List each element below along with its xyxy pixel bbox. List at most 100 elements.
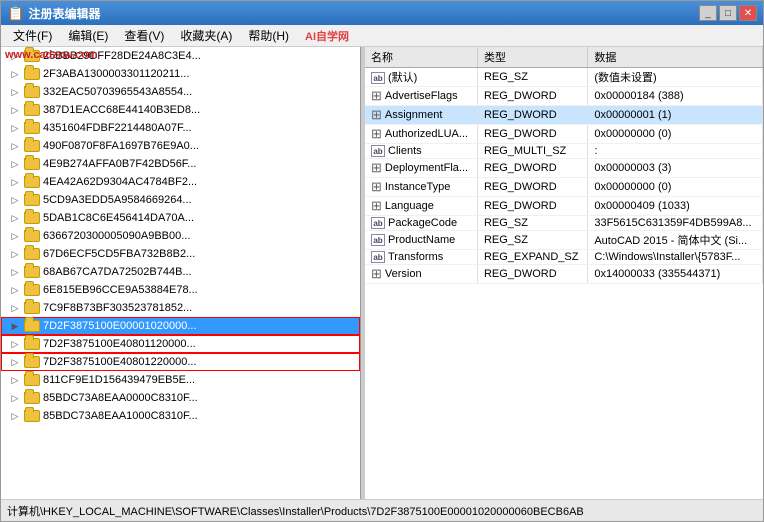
reg-type: REG_DWORD <box>477 159 587 178</box>
restore-button[interactable]: □ <box>719 5 737 21</box>
menu-help[interactable]: 帮助(H) <box>240 25 297 46</box>
table-row[interactable]: ⊞DeploymentFla...REG_DWORD0x00000003 (3) <box>365 159 763 178</box>
folder-icon <box>24 68 40 80</box>
reg-type: REG_DWORD <box>477 125 587 144</box>
reg-type: REG_DWORD <box>477 265 587 284</box>
table-row[interactable]: ⊞LanguageREG_DWORD0x00000409 (1033) <box>365 197 763 216</box>
table-row[interactable]: abPackageCodeREG_SZ33F5615C631359F4DB599… <box>365 216 763 231</box>
title-bar-buttons: _ □ ✕ <box>699 5 757 21</box>
reg-name-text: AuthorizedLUA... <box>385 128 468 140</box>
table-row[interactable]: ⊞AuthorizedLUA...REG_DWORD0x00000000 (0) <box>365 125 763 144</box>
tree-item[interactable]: ▷7D2F3875100E40801220000... <box>1 353 360 371</box>
close-button[interactable]: ✕ <box>739 5 757 21</box>
tree-item[interactable]: ▷387D1EACC68E44140B3ED8... <box>1 101 360 119</box>
reg-name: abProductName <box>365 231 477 250</box>
reg-data: 0x00000003 (3) <box>588 159 763 178</box>
folder-icon <box>24 392 40 404</box>
reg-type: REG_DWORD <box>477 197 587 216</box>
status-bar: 计算机\HKEY_LOCAL_MACHINE\SOFTWARE\Classes\… <box>1 499 763 521</box>
reg-name-text: InstanceType <box>385 181 450 193</box>
tree-item-label: 67D6ECF5CD5FBA732B8B2... <box>43 248 195 260</box>
tree-arrow-icon: ▷ <box>9 266 21 278</box>
folder-icon <box>24 104 40 116</box>
table-row[interactable]: ⊞AdvertiseFlagsREG_DWORD0x00000184 (388) <box>365 87 763 106</box>
ab-icon: ab <box>371 72 385 84</box>
reg-data: 0x00000409 (1033) <box>588 197 763 216</box>
tree-item[interactable]: ▷6E815EB96CCE9A53884E78... <box>1 281 360 299</box>
tree-item-label: 811CF9E1D156439479EB5E... <box>43 374 195 386</box>
tree-item[interactable]: ▷25BBB29DFF28DE24A8C3E4... <box>1 47 360 65</box>
folder-icon <box>24 302 40 314</box>
menu-edit[interactable]: 编辑(E) <box>60 25 116 46</box>
reg-name-text: AdvertiseFlags <box>385 90 458 102</box>
tree-item[interactable]: ▷ 67D6ECF5CD5FBA732B8B2... <box>1 245 360 263</box>
grid-icon: ⊞ <box>371 126 382 141</box>
folder-icon <box>24 140 40 152</box>
ab-icon: ab <box>371 234 385 246</box>
reg-name: ⊞Version <box>365 265 477 284</box>
tree-item[interactable]: ▶7D2F3875100E00001020000... <box>1 317 360 335</box>
tree-panel[interactable]: ▷25BBB29DFF28DE24A8C3E4...▷2F3ABA1300003… <box>1 47 361 499</box>
table-row[interactable]: abTransformsREG_EXPAND_SZC:\Windows\Inst… <box>365 250 763 265</box>
reg-data: 0x00000000 (0) <box>588 125 763 144</box>
ab-icon: ab <box>371 217 385 229</box>
menu-bar: 文件(F) 编辑(E) 查看(V) 收藏夹(A) 帮助(H) AI自学网 <box>1 25 763 47</box>
table-row[interactable]: ⊞InstanceTypeREG_DWORD0x00000000 (0) <box>365 178 763 197</box>
tree-item-label: 4EA42A62D9304AC4784BF2... <box>43 176 197 188</box>
tree-item[interactable]: ▷4E9B274AFFA0B7F42BD56F... <box>1 155 360 173</box>
table-row[interactable]: ⊞VersionREG_DWORD0x14000033 (335544371) <box>365 265 763 284</box>
tree-item[interactable]: ▷811CF9E1D156439479EB5E... <box>1 371 360 389</box>
minimize-button[interactable]: _ <box>699 5 717 21</box>
tree-item[interactable]: ▷6366720300005090A9BB00... <box>1 227 360 245</box>
tree-item[interactable]: ▷85BDC73A8EAA1000C8310F... <box>1 407 360 425</box>
menu-favorites[interactable]: 收藏夹(A) <box>172 25 240 46</box>
tree-item[interactable]: ▷5DAB1C8C6E456414DA70A... <box>1 209 360 227</box>
reg-name: abClients <box>365 144 477 159</box>
col-data: 数据 <box>588 47 763 68</box>
table-row[interactable]: ⊞AssignmentREG_DWORD0x00000001 (1) <box>365 106 763 125</box>
tree-arrow-icon: ▷ <box>9 392 21 404</box>
ab-icon: ab <box>371 145 385 157</box>
tree-item[interactable]: ▷4EA42A62D9304AC4784BF2... <box>1 173 360 191</box>
tree-arrow-icon: ▷ <box>9 140 21 152</box>
folder-icon <box>24 284 40 296</box>
reg-type: REG_MULTI_SZ <box>477 144 587 159</box>
tree-arrow-icon: ▷ <box>9 230 21 242</box>
tree-arrow-icon: ▷ <box>9 248 21 260</box>
table-row[interactable]: abClientsREG_MULTI_SZ: <box>365 144 763 159</box>
tree-item-label: 7D2F3875100E00001020000... <box>43 320 197 332</box>
title-bar: 📋 注册表编辑器 _ □ ✕ <box>1 1 763 25</box>
tree-item[interactable]: ▷332EAC50703965543A8554... <box>1 83 360 101</box>
reg-name: ⊞DeploymentFla... <box>365 159 477 178</box>
reg-name: ab(默认) <box>365 68 477 87</box>
tree-item-label: 7D2F3875100E40801220000... <box>43 356 197 368</box>
menu-file[interactable]: 文件(F) <box>5 25 60 46</box>
reg-name: ⊞AuthorizedLUA... <box>365 125 477 144</box>
folder-icon <box>24 212 40 224</box>
tree-item[interactable]: ▷5CD9A3EDD5A9584669264... <box>1 191 360 209</box>
status-text: 计算机\HKEY_LOCAL_MACHINE\SOFTWARE\Classes\… <box>7 503 584 519</box>
tree-arrow-icon: ▷ <box>9 212 21 224</box>
tree-item[interactable]: ▷7D2F3875100E40801120000... <box>1 335 360 353</box>
menu-view[interactable]: 查看(V) <box>116 25 172 46</box>
reg-name-text: DeploymentFla... <box>385 162 468 174</box>
tree-item[interactable]: ▷490F0870F8FA1697B76E9A0... <box>1 137 360 155</box>
reg-name-text: Version <box>385 268 422 280</box>
reg-name: ⊞Assignment <box>365 106 477 125</box>
registry-values-panel[interactable]: 名称 类型 数据 ab(默认)REG_SZ(数值未设置)⊞AdvertiseFl… <box>365 47 763 499</box>
table-row[interactable]: ab(默认)REG_SZ(数值未设置) <box>365 68 763 87</box>
table-row[interactable]: abProductNameREG_SZAutoCAD 2015 - 简体中文 (… <box>365 231 763 250</box>
reg-data: : <box>588 144 763 159</box>
folder-icon <box>24 320 40 332</box>
reg-data: (数值未设置) <box>588 68 763 87</box>
folder-icon <box>24 248 40 260</box>
tree-item-label: 68AB67CA7DA72502B744B... <box>43 266 192 278</box>
tree-item[interactable]: ▷2F3ABA1300003301120211... <box>1 65 360 83</box>
folder-icon <box>24 86 40 98</box>
tree-item[interactable]: ▷ 68AB67CA7DA72502B744B... <box>1 263 360 281</box>
grid-icon: ⊞ <box>371 160 382 175</box>
tree-item[interactable]: ▷4351604FDBF2214480A07F... <box>1 119 360 137</box>
tree-item[interactable]: ▷85BDC73A8EAA0000C8310F... <box>1 389 360 407</box>
grid-icon: ⊞ <box>371 266 382 281</box>
tree-item[interactable]: ▷7C9F8B73BF303523781852... <box>1 299 360 317</box>
